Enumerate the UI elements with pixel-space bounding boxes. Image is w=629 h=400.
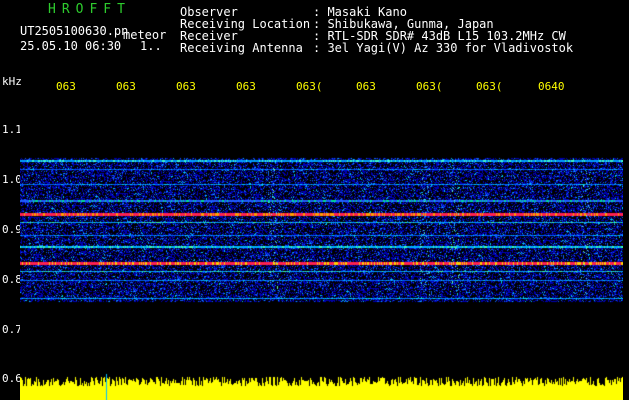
time-tick: 063 [236,80,256,93]
time-tick: 063( [296,80,323,93]
y-tick: 0.8 [2,273,22,286]
app-title: HROFFT [48,2,131,17]
file-name: UT2505100630.pn [20,24,129,38]
time-tick: 063( [476,80,503,93]
time-tick: 0640 [538,80,565,93]
spectrogram-plot [20,96,623,400]
time-tick: 063 [356,80,376,93]
spectrogram-canvas [20,96,623,400]
date-time: 25.05.10 06:30 [20,39,122,53]
y-axis-unit: kHz [2,75,22,88]
time-tick: 063 [116,80,136,93]
info-key-antenna: Receiving Antenna [180,41,303,55]
time-tick: 063( [416,80,443,93]
info-value-antenna: : 3el Yagi(V) Az 330 for Vladivostok [313,41,574,55]
time-tick: 063 [176,80,196,93]
y-tick: 1.1 [2,123,22,136]
y-tick: 0.7 [2,323,22,336]
y-tick: 0.9 [2,223,22,236]
y-tick: 1.0 [2,173,22,186]
meteor-counter: 1.. [140,39,162,53]
time-tick: 063 [56,80,76,93]
y-tick: 0.6 [2,372,22,385]
